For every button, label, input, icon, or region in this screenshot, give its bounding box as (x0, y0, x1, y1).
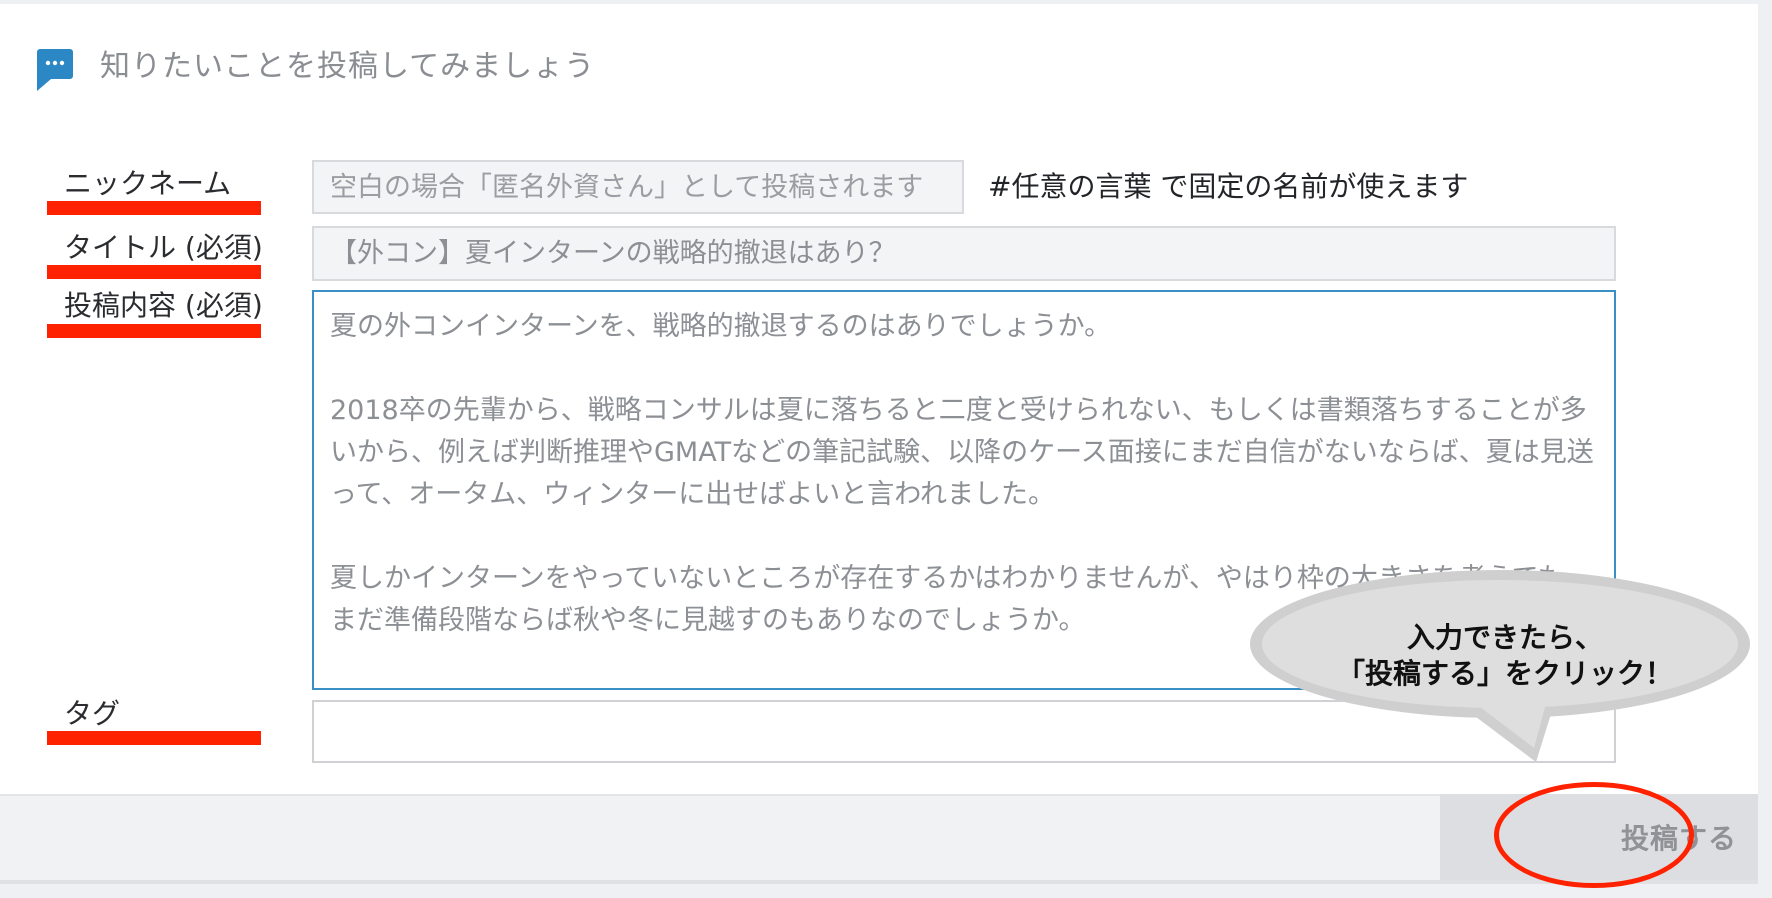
callout-line-1: 入力できたら、 (1406, 621, 1603, 654)
nickname-input[interactable]: 空白の場合「匿名外資さん」として投稿されます (312, 160, 964, 214)
title-input[interactable]: 【外コン】夏インターンの戦略的撤退はあり？ (312, 226, 1616, 281)
nickname-hint: #任意の言葉 で固定の名前が使えます (988, 170, 1469, 203)
body-label: 投稿内容 (必須) (64, 289, 263, 322)
title-label-underline (47, 265, 261, 279)
form-title: 知りたいことを投稿してみましょう (100, 49, 596, 84)
nickname-label-underline (47, 201, 261, 215)
body-label-underline (47, 324, 261, 338)
tag-label-underline (47, 731, 261, 745)
title-label: タイトル (必須) (64, 231, 263, 264)
tag-label: タグ (64, 697, 121, 730)
chat-bubble-icon (37, 49, 73, 91)
nickname-placeholder: 空白の場合「匿名外資さん」として投稿されます (330, 172, 924, 203)
title-input-value: 【外コン】夏インターンの戦略的撤退はあり？ (330, 238, 896, 269)
nickname-label: ニックネーム (64, 167, 232, 200)
submit-highlight-ring (1494, 782, 1694, 888)
callout-line-2: 「投稿する」をクリック！ (1336, 657, 1673, 690)
callout-text: 入力できたら、 「投稿する」をクリック！ (1330, 620, 1680, 692)
